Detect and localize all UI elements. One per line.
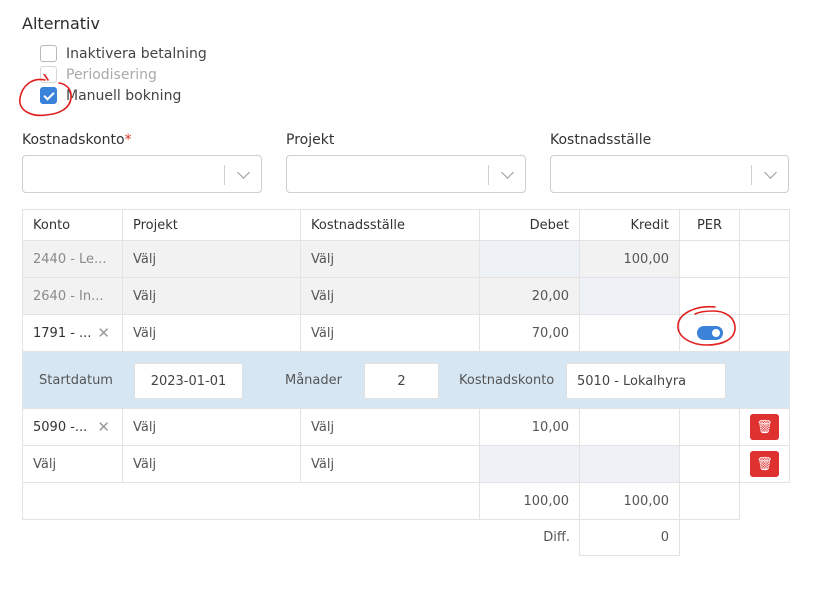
header-per: PER bbox=[679, 209, 740, 241]
checkbox-manuell-bokning[interactable]: Manuell bokning bbox=[40, 87, 181, 104]
projekt-cell[interactable]: Välj bbox=[122, 445, 301, 483]
chevron-down-icon[interactable] bbox=[237, 166, 250, 179]
kostnadsstalle-select[interactable] bbox=[550, 155, 789, 193]
checkbox-box[interactable] bbox=[40, 45, 57, 62]
debet-cell bbox=[479, 240, 580, 278]
action-cell bbox=[739, 240, 790, 278]
kredit-cell: 100,00 bbox=[579, 240, 680, 278]
header-kredit: Kredit bbox=[579, 209, 680, 241]
diff-label: Diff. bbox=[543, 530, 570, 545]
chevron-down-icon[interactable] bbox=[501, 166, 514, 179]
debet-cell[interactable]: 70,00 bbox=[479, 314, 580, 352]
kostnadsstalle-cell[interactable]: Välj bbox=[300, 240, 480, 278]
totals-spacer bbox=[22, 482, 480, 520]
konto-cell: 2440 - Le... bbox=[22, 240, 123, 278]
konto-cell[interactable]: 5090 -... ✕ bbox=[22, 408, 123, 446]
periodization-row: Startdatum 2023-01-01 Månader 2 Kostnads… bbox=[22, 351, 790, 409]
header-actions bbox=[739, 209, 790, 241]
konto-cell[interactable]: Välj bbox=[22, 445, 123, 483]
options-title: Alternativ bbox=[22, 14, 100, 33]
total-kredit: 100,00 bbox=[579, 482, 680, 520]
kostnadskonto-label: Kostnadskonto bbox=[459, 373, 555, 388]
kredit-cell bbox=[579, 277, 680, 315]
required-mark: * bbox=[124, 132, 132, 148]
delete-button[interactable]: 🗑 bbox=[750, 414, 779, 440]
trash-icon: 🗑 bbox=[756, 456, 773, 472]
select-separator bbox=[751, 165, 752, 185]
konto-cell[interactable]: 1791 - ... ✕ bbox=[22, 314, 123, 352]
projekt-cell[interactable]: Välj bbox=[122, 240, 301, 278]
per-cell bbox=[679, 445, 740, 483]
checkbox-label: Manuell bokning bbox=[66, 87, 182, 104]
kostnadskonto-select[interactable] bbox=[22, 155, 262, 193]
diff-value: 0 bbox=[579, 519, 680, 556]
projekt-cell[interactable]: Välj bbox=[122, 314, 301, 352]
debet-cell[interactable]: 10,00 bbox=[479, 408, 580, 446]
debet-cell bbox=[479, 445, 580, 483]
kostnadsstalle-cell[interactable]: Välj bbox=[300, 314, 480, 352]
kredit-cell[interactable] bbox=[579, 314, 680, 352]
totals-per-spacer bbox=[679, 482, 740, 520]
action-cell bbox=[739, 314, 790, 352]
header-konto: Konto bbox=[22, 209, 123, 241]
kostnadsstalle-cell[interactable]: Välj bbox=[300, 277, 480, 315]
close-icon[interactable]: ✕ bbox=[97, 418, 110, 436]
kredit-cell bbox=[579, 445, 680, 483]
debet-cell: 20,00 bbox=[479, 277, 580, 315]
kostnadskonto-input[interactable]: 5010 - Lokalhyra bbox=[566, 363, 726, 399]
checkbox-box[interactable] bbox=[40, 66, 57, 83]
kostnadsstalle-cell[interactable]: Välj bbox=[300, 445, 480, 483]
checkbox-periodisering[interactable]: Periodisering bbox=[40, 66, 157, 83]
action-cell: 🗑 bbox=[739, 445, 790, 483]
checkbox-label: Inaktivera betalning bbox=[66, 45, 207, 62]
periodization-toggle[interactable] bbox=[696, 326, 723, 340]
manader-label: Månader bbox=[285, 373, 342, 388]
konto-cell: 2640 - In... bbox=[22, 277, 123, 315]
startdatum-input[interactable]: 2023-01-01 bbox=[134, 363, 243, 399]
projekt-cell[interactable]: Välj bbox=[122, 277, 301, 315]
projekt-cell[interactable]: Välj bbox=[122, 408, 301, 446]
per-cell bbox=[679, 240, 740, 278]
checkbox-label: Periodisering bbox=[66, 66, 157, 83]
kostnadsstalle-cell[interactable]: Välj bbox=[300, 408, 480, 446]
total-debet: 100,00 bbox=[479, 482, 580, 520]
per-cell bbox=[679, 408, 740, 446]
close-icon[interactable]: ✕ bbox=[97, 324, 110, 342]
select-separator bbox=[488, 165, 489, 185]
action-cell: 🗑 bbox=[739, 408, 790, 446]
checkbox-box[interactable] bbox=[40, 87, 57, 104]
projekt-label: Projekt bbox=[286, 132, 335, 148]
header-debet: Debet bbox=[479, 209, 580, 241]
chevron-down-icon[interactable] bbox=[764, 166, 777, 179]
kostnadskonto-label: Kostnadskonto* bbox=[22, 132, 132, 148]
trash-icon: 🗑 bbox=[756, 419, 773, 435]
select-separator bbox=[224, 165, 225, 185]
startdatum-label: Startdatum bbox=[39, 373, 113, 388]
projekt-select[interactable] bbox=[286, 155, 526, 193]
manader-input[interactable]: 2 bbox=[364, 363, 439, 399]
per-cell bbox=[679, 314, 740, 352]
header-kostnadsstalle: Kostnadsställe bbox=[300, 209, 480, 241]
delete-button[interactable]: 🗑 bbox=[750, 451, 779, 477]
kostnadsstalle-label: Kostnadsställe bbox=[550, 132, 652, 148]
kredit-cell[interactable] bbox=[579, 408, 680, 446]
checkbox-inaktivera-betalning[interactable]: Inaktivera betalning bbox=[40, 45, 207, 62]
header-projekt: Projekt bbox=[122, 209, 301, 241]
action-cell bbox=[739, 277, 790, 315]
per-cell bbox=[679, 277, 740, 315]
